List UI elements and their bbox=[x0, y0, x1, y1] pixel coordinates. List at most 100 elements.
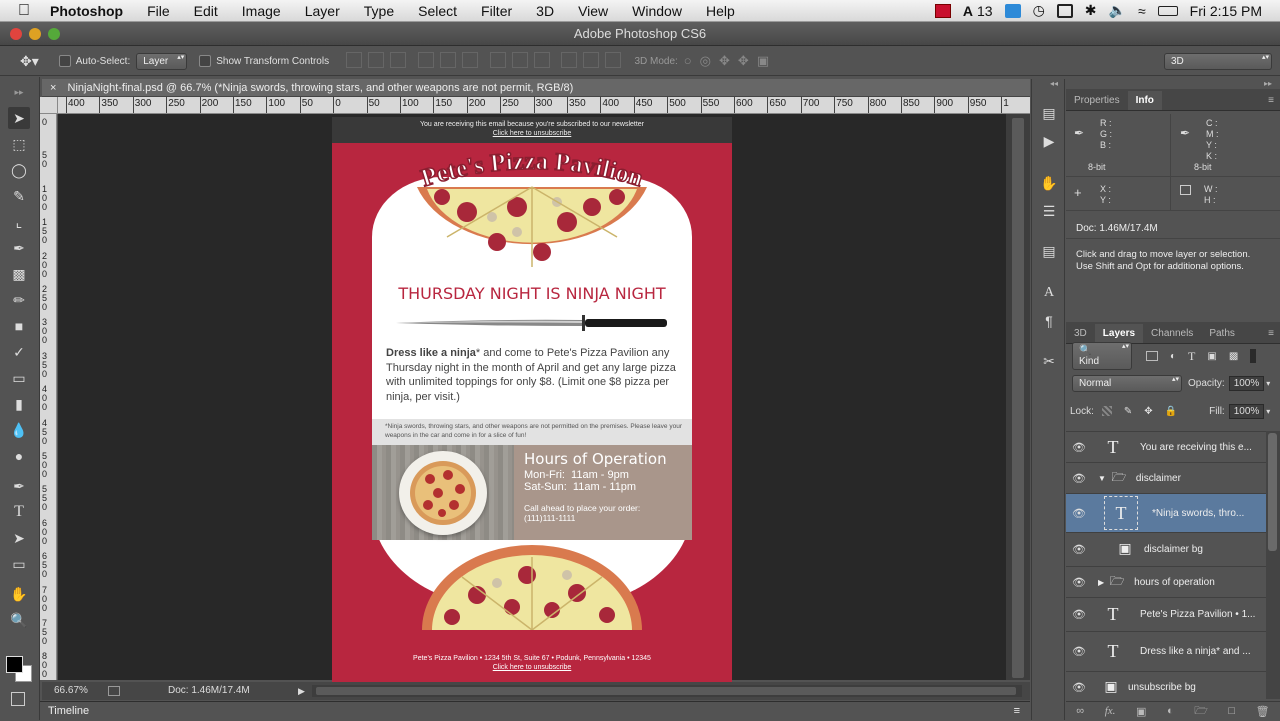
move-tool-preset-icon[interactable]: ✥▾ bbox=[20, 53, 39, 70]
fill-input[interactable]: 100% bbox=[1228, 403, 1265, 419]
gradient-tool-icon[interactable]: ▮ bbox=[8, 393, 30, 415]
align-left-icon[interactable] bbox=[417, 51, 434, 68]
history-panel-icon[interactable]: ▤ bbox=[1039, 103, 1059, 123]
visibility-eye-icon[interactable]: 👁 bbox=[1066, 576, 1092, 589]
timeline-panel[interactable]: Timeline ≡ bbox=[40, 701, 1030, 720]
menu-edit[interactable]: Edit bbox=[182, 3, 230, 19]
menu-select[interactable]: Select bbox=[406, 3, 469, 19]
layers-scroll-thumb[interactable] bbox=[1268, 433, 1277, 551]
bluetooth-icon[interactable]: ✱ bbox=[1085, 2, 1097, 19]
eyedropper-tool-icon[interactable]: ✒ bbox=[8, 237, 30, 259]
shape-tool-icon[interactable]: ▭ bbox=[8, 553, 30, 575]
layer-row[interactable]: 👁 T Dress like a ninja* and ... bbox=[1066, 632, 1266, 672]
new-layer-icon[interactable]: □ bbox=[1228, 705, 1235, 717]
distribute-top-icon[interactable] bbox=[489, 51, 506, 68]
quick-select-tool-icon[interactable]: ✎ bbox=[8, 185, 30, 207]
visibility-eye-icon[interactable]: 👁 bbox=[1066, 543, 1092, 556]
3d-orbit-icon[interactable]: ○ bbox=[684, 53, 700, 68]
tab-properties[interactable]: Properties bbox=[1066, 91, 1128, 110]
top-unsubscribe-link[interactable]: Click here to unsubscribe bbox=[332, 129, 732, 138]
opacity-input[interactable]: 100% bbox=[1228, 375, 1265, 391]
auto-select-dropdown[interactable]: Layer bbox=[136, 52, 188, 70]
horizontal-ruler[interactable]: 400 350 300 250 200 150 100 50 0 50 100 150 200 250 30… bbox=[58, 97, 1030, 114]
tools-collapse-icon[interactable]: ▸▸ bbox=[8, 81, 30, 103]
foreground-color-swatch[interactable] bbox=[6, 656, 23, 673]
wifi-icon[interactable]: ≈ bbox=[1138, 3, 1146, 19]
layer-row[interactable]: 👁 ▣ unsubscribe bg bbox=[1066, 672, 1266, 699]
align-hcenter-icon[interactable] bbox=[439, 51, 456, 68]
opacity-arrow-icon[interactable]: ▾ bbox=[1266, 379, 1270, 388]
visibility-eye-icon[interactable]: 👁 bbox=[1066, 681, 1092, 694]
transform-controls-checkbox[interactable] bbox=[199, 55, 212, 67]
expand-triangle-icon[interactable]: ▼ bbox=[1098, 474, 1106, 483]
move-tool-icon[interactable]: ➤ bbox=[8, 107, 30, 129]
character-panel-icon[interactable]: A bbox=[1039, 283, 1059, 303]
crop-tool-icon[interactable]: ⌞ bbox=[8, 211, 30, 233]
close-tab-icon[interactable]: × bbox=[50, 82, 56, 94]
email-document[interactable]: You are receiving this email because you… bbox=[332, 117, 732, 682]
quick-mask-icon[interactable] bbox=[11, 692, 25, 706]
clock-text[interactable]: Fri 2:15 PM bbox=[1190, 3, 1262, 19]
visibility-eye-icon[interactable]: 👁 bbox=[1066, 472, 1092, 485]
align-bottom-icon[interactable] bbox=[390, 51, 407, 68]
vscroll-thumb[interactable] bbox=[1012, 118, 1024, 678]
strip-collapse-icon[interactable]: ◂◂ bbox=[1050, 79, 1058, 88]
adjustments-panel-icon[interactable]: ☰ bbox=[1039, 201, 1059, 221]
info-panel-menu-icon[interactable]: ≡ bbox=[1262, 91, 1280, 110]
tab-paths[interactable]: Paths bbox=[1201, 324, 1243, 343]
3d-slide-icon[interactable]: ✥ bbox=[738, 53, 757, 68]
align-top-icon[interactable] bbox=[346, 51, 363, 68]
layer-row[interactable]: 👁 ▣ disclaimer bg bbox=[1066, 533, 1266, 567]
footer-unsubscribe-link[interactable]: Click here to unsubscribe bbox=[332, 664, 732, 671]
layer-style-icon[interactable]: fx. bbox=[1105, 705, 1116, 717]
lasso-tool-icon[interactable]: ◯ bbox=[8, 159, 30, 181]
lock-pixels-icon[interactable]: ✎ bbox=[1124, 406, 1132, 417]
timeline-menu-icon[interactable]: ≡ bbox=[1014, 702, 1020, 721]
layer-row-selected[interactable]: 👁 T *Ninja swords, thro... bbox=[1066, 494, 1266, 533]
layer-row[interactable]: 👁 ▼ 🗁 disclaimer bbox=[1066, 463, 1266, 494]
paragraph-panel-icon[interactable]: ¶ bbox=[1039, 311, 1059, 331]
3d-scale-icon[interactable]: ▣ bbox=[757, 53, 777, 68]
3d-pan-icon[interactable]: ✥ bbox=[719, 53, 738, 68]
fill-arrow-icon[interactable]: ▾ bbox=[1266, 407, 1270, 416]
tab-layers[interactable]: Layers bbox=[1094, 324, 1144, 343]
type-tool-icon[interactable]: T bbox=[8, 501, 30, 523]
zoom-tool-icon[interactable]: 🔍 bbox=[8, 609, 30, 631]
history-brush-tool-icon[interactable]: ✓ bbox=[8, 341, 30, 363]
actions-panel-icon[interactable]: ▶ bbox=[1039, 131, 1059, 151]
pen-tool-icon[interactable]: ✒ bbox=[8, 475, 30, 497]
menu-file[interactable]: File bbox=[135, 3, 182, 19]
horizontal-scrollbar[interactable] bbox=[312, 685, 1022, 697]
tab-3d[interactable]: 3D bbox=[1066, 324, 1095, 343]
path-select-tool-icon[interactable]: ➤ bbox=[8, 527, 30, 549]
document-tab[interactable]: × NinjaNight-final.psd @ 66.7% (*Ninja s… bbox=[42, 79, 1030, 97]
layers-panel-menu-icon[interactable]: ≡ bbox=[1262, 324, 1280, 343]
menu-3d[interactable]: 3D bbox=[524, 3, 566, 19]
zoom-level[interactable]: 66.67% bbox=[54, 682, 88, 700]
visibility-eye-icon[interactable]: 👁 bbox=[1066, 608, 1092, 621]
menu-filter[interactable]: Filter bbox=[469, 3, 524, 19]
status-export-icon[interactable] bbox=[108, 686, 120, 696]
auto-select-checkbox[interactable] bbox=[58, 55, 71, 67]
blur-tool-icon[interactable]: 💧 bbox=[8, 419, 30, 441]
hscroll-thumb[interactable] bbox=[316, 687, 1016, 695]
battery-icon[interactable] bbox=[1157, 5, 1178, 16]
red-status-icon[interactable] bbox=[934, 3, 951, 18]
zoom-window-icon[interactable] bbox=[48, 28, 60, 40]
distribute-right-icon[interactable] bbox=[605, 51, 622, 68]
new-group-icon[interactable]: 🗁 bbox=[1194, 702, 1208, 721]
lock-position-icon[interactable]: ✥ bbox=[1144, 406, 1152, 417]
layer-comps-icon[interactable]: ▤ bbox=[1039, 241, 1059, 261]
filter-toggle-icon[interactable] bbox=[1250, 349, 1257, 363]
time-machine-icon[interactable]: ◷ bbox=[1033, 2, 1045, 19]
visibility-eye-icon[interactable]: 👁 bbox=[1066, 645, 1092, 658]
adjustment-layer-icon[interactable]: ◐ bbox=[1167, 705, 1174, 717]
menu-layer[interactable]: Layer bbox=[293, 3, 352, 19]
distribute-vcenter-icon[interactable] bbox=[511, 51, 528, 68]
dropbox-icon[interactable] bbox=[1004, 3, 1021, 18]
distribute-hcenter-icon[interactable] bbox=[583, 51, 600, 68]
lock-transparent-icon[interactable] bbox=[1101, 406, 1112, 416]
filter-pixel-icon[interactable] bbox=[1146, 351, 1158, 361]
distribute-left-icon[interactable] bbox=[561, 51, 578, 68]
blend-mode-dropdown[interactable]: Normal bbox=[1072, 374, 1182, 392]
